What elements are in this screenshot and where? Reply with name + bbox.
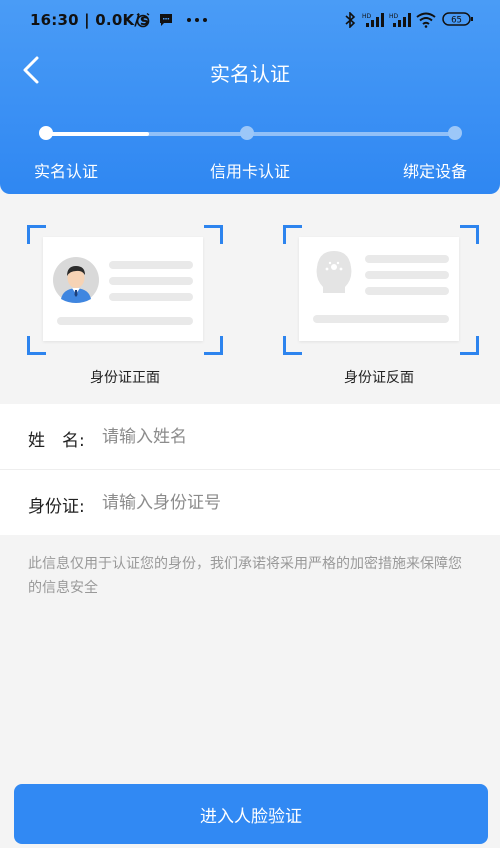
- step-label-credit-card: 信用卡认证: [210, 162, 291, 181]
- avatar-portrait-icon: [53, 257, 99, 303]
- svg-text:HD: HD: [362, 13, 372, 20]
- step-label-bind-device: 绑定设备: [403, 162, 468, 181]
- more-dots-icon: [187, 18, 207, 22]
- signal-hd-icon: HD: [362, 13, 384, 27]
- placeholder-line: [313, 315, 449, 323]
- id-front-upload[interactable]: [27, 225, 223, 355]
- id-card-front-illustration: [43, 237, 203, 341]
- placeholder-line: [109, 261, 193, 269]
- placeholder-line: [365, 255, 449, 263]
- bluetooth-icon: [345, 12, 356, 28]
- step-dot-1: [39, 126, 53, 140]
- step-label-identity: 实名认证: [34, 162, 99, 181]
- id-back-upload[interactable]: [283, 225, 479, 355]
- id-front-caption: 身份证正面: [90, 370, 160, 386]
- identity-form: 姓 名: 身份证:: [0, 404, 500, 535]
- placeholder-line: [57, 317, 193, 325]
- frame-corner: [460, 225, 479, 244]
- id-back-caption: 身份证反面: [344, 370, 414, 386]
- battery-icon: 65: [442, 12, 473, 26]
- svg-text:HD: HD: [389, 13, 399, 20]
- placeholder-line: [365, 287, 449, 295]
- placeholder-line: [365, 271, 449, 279]
- svg-text:65: 65: [451, 16, 462, 26]
- alarm-icon: [136, 12, 150, 28]
- app-header: 16:30 | 0.0K/s HD HD 65 实名认证 实名认证 信用卡认证 …: [0, 0, 500, 194]
- face-verify-button[interactable]: 进入人脸验证: [14, 784, 488, 844]
- step-dot-3: [448, 126, 462, 140]
- name-row: 姓 名:: [0, 404, 500, 470]
- id-card-back-illustration: [299, 237, 459, 341]
- wifi-icon: [416, 12, 436, 28]
- id-number-label: 身份证:: [28, 497, 85, 517]
- id-number-input[interactable]: [102, 486, 472, 520]
- frame-corner: [204, 336, 223, 355]
- page-title: 实名认证: [210, 62, 290, 86]
- national-emblem-icon: [316, 251, 352, 293]
- step-dot-2: [240, 126, 254, 140]
- name-label: 姓 名:: [28, 431, 85, 451]
- message-icon: [160, 14, 172, 26]
- steps-progress-fill: [46, 132, 149, 136]
- signal-hd-icon: HD: [389, 13, 411, 27]
- privacy-notice: 此信息仅用于认证您的身份，我们承诺将采用严格的加密措施来保障您的信息安全: [28, 556, 462, 596]
- placeholder-line: [109, 277, 193, 285]
- status-time: 16:30 | 0.0K/s: [30, 11, 150, 29]
- name-input[interactable]: [102, 420, 472, 454]
- placeholder-line: [109, 293, 193, 301]
- status-bar: 16:30 | 0.0K/s HD HD 65: [0, 0, 500, 40]
- id-number-row: 身份证:: [0, 470, 500, 535]
- frame-corner: [460, 336, 479, 355]
- frame-corner: [204, 225, 223, 244]
